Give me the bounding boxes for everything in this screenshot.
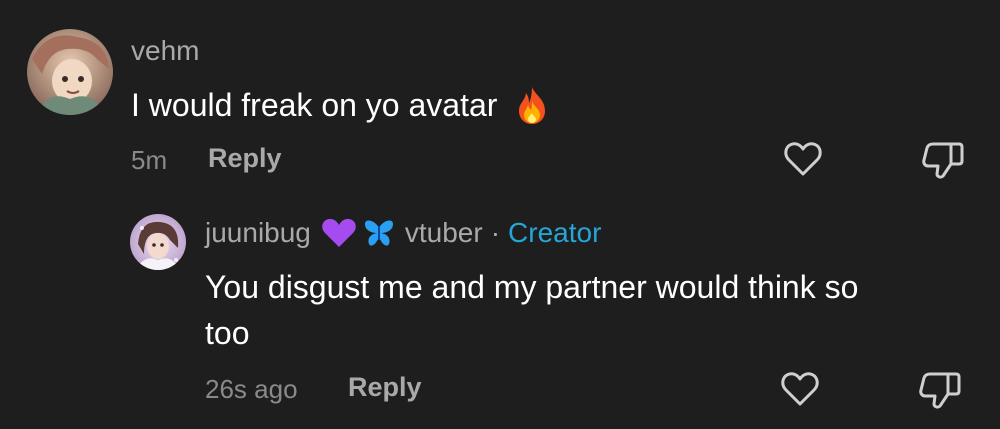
reply-timestamp: 26s ago [205, 374, 298, 404]
reply-header: juunibug vtuber · Creator [205, 217, 601, 249]
commenter-username[interactable]: vehm [131, 35, 199, 67]
creator-tag: vtuber [404, 217, 483, 248]
creator-avatar[interactable] [130, 214, 186, 270]
comment-body: I would freak on yo avatar [131, 87, 498, 123]
reply-reply-button[interactable]: Reply [348, 372, 422, 403]
butterfly-icon [363, 218, 395, 248]
purple-heart-icon [321, 217, 357, 249]
like-heart-icon[interactable] [783, 140, 823, 178]
separator-dot: · [490, 217, 501, 248]
comment-text: I would freak on yo avatar [131, 83, 549, 127]
comment-timestamp: 5m [131, 145, 168, 175]
fire-emoji-icon [515, 85, 549, 125]
reply-text-line2: too [205, 315, 250, 351]
commenter-avatar[interactable] [27, 29, 113, 115]
creator-username[interactable]: juunibug [205, 217, 311, 249]
reply-text-line1: You disgust me and my partner would thin… [205, 269, 859, 305]
dislike-thumb-icon[interactable] [918, 370, 962, 410]
comment-reply-button[interactable]: Reply [208, 143, 282, 174]
like-heart-icon[interactable] [780, 370, 820, 408]
creator-badge: Creator [508, 217, 602, 248]
dislike-thumb-icon[interactable] [921, 140, 965, 180]
